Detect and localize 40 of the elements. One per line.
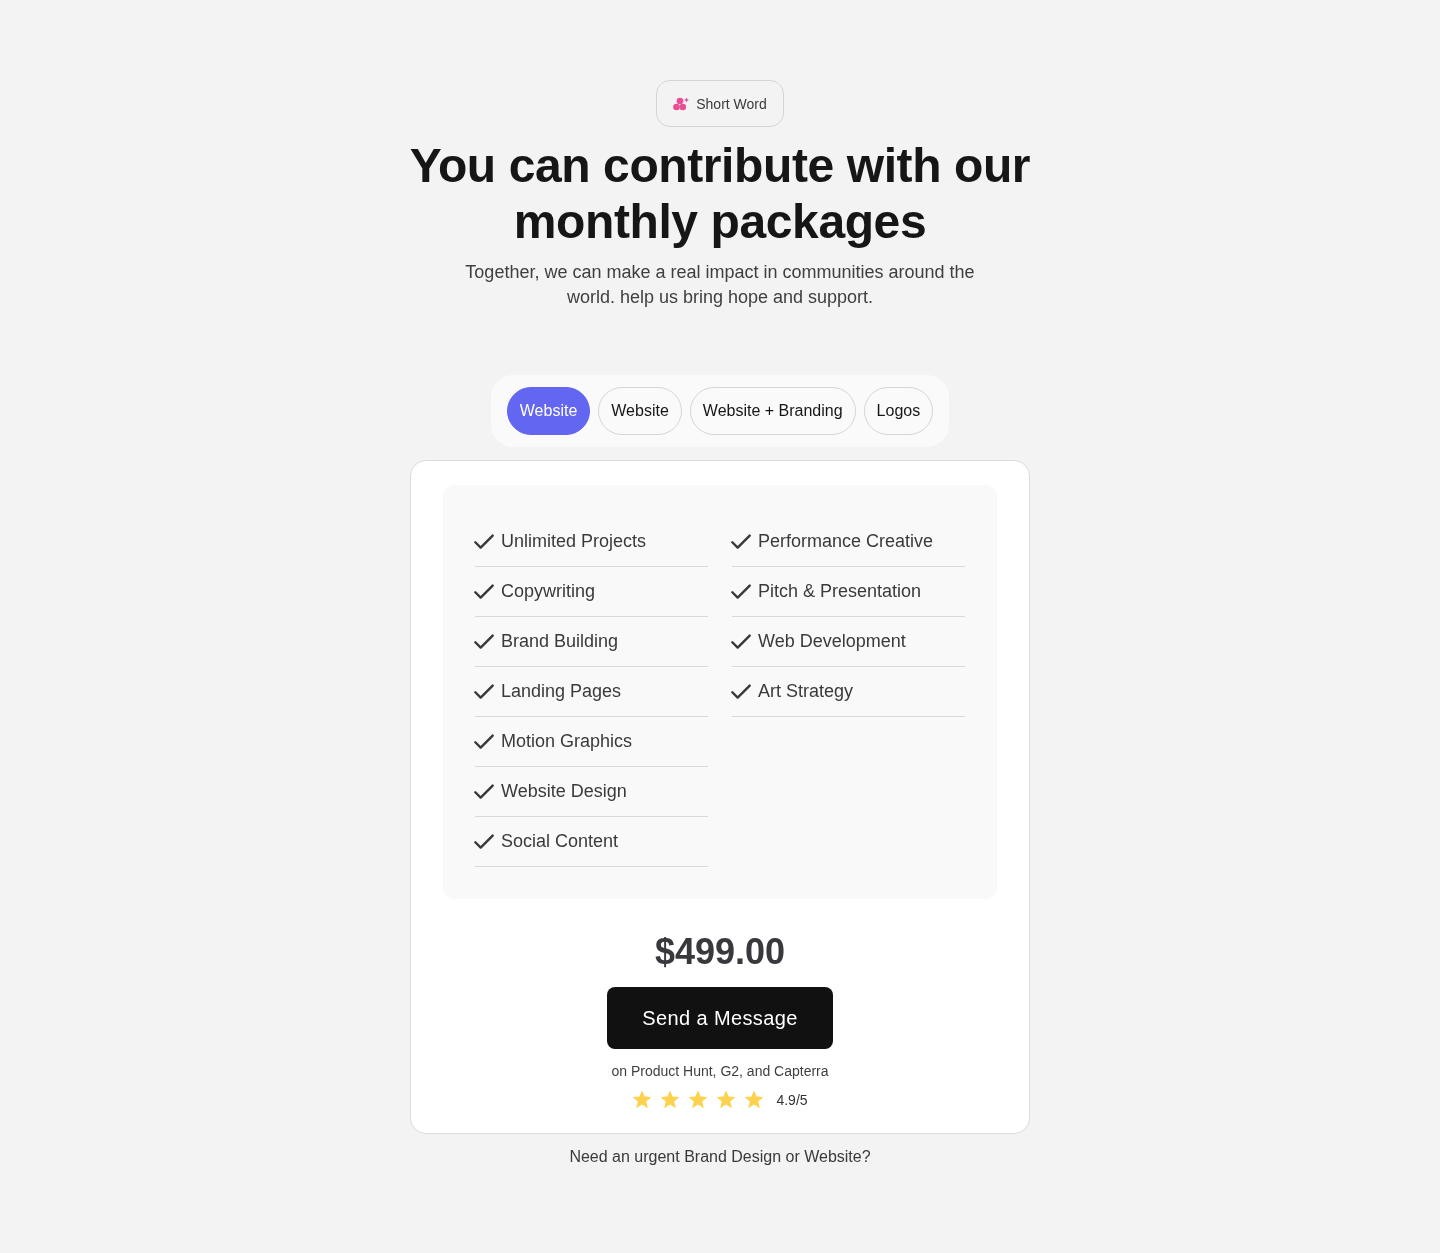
plan-tab[interactable]: Website + Branding xyxy=(689,387,856,435)
star-icon xyxy=(688,1090,709,1109)
check-icon xyxy=(474,631,494,652)
check-icon xyxy=(474,581,494,602)
page-heading: You can contribute with our monthly packages xyxy=(408,138,1032,250)
check-icon xyxy=(474,731,494,752)
star-icon xyxy=(632,1090,653,1109)
rating-score: 4.9/5 xyxy=(776,1091,808,1108)
check-icon xyxy=(731,681,751,702)
feature-item: Brand Building xyxy=(501,631,619,652)
star-icon xyxy=(744,1090,765,1109)
urgent-note: Need an urgent Brand Design or Website? xyxy=(569,1147,871,1167)
check-icon xyxy=(731,581,751,602)
feature-item: Pitch & Presentation xyxy=(758,581,922,602)
check-icon xyxy=(731,531,751,552)
plan-tab[interactable]: Logos xyxy=(863,387,934,435)
rating-caption: on Product Hunt, G2, and Capterra xyxy=(611,1062,829,1081)
message-button[interactable]: Send a Message xyxy=(607,987,833,1049)
check-icon xyxy=(474,781,494,802)
feature-item: Unlimited Projects xyxy=(501,531,647,552)
check-icon xyxy=(731,631,751,652)
feature-item: Social Content xyxy=(501,831,619,852)
feature-item: Copywriting xyxy=(501,581,596,602)
check-icon xyxy=(474,831,494,852)
feature-item: Web Development xyxy=(758,631,906,652)
feature-item: Landing Pages xyxy=(501,681,622,702)
page-subtitle: Together, we can make a real impact in communities around the world. help us bring hope and support. xyxy=(464,261,976,309)
feature-item: Website Design xyxy=(501,781,627,802)
star-icon xyxy=(716,1090,737,1109)
feature-item: Art Strategy xyxy=(758,681,854,702)
badge-label: Short Word xyxy=(696,95,767,112)
star-icon xyxy=(660,1090,681,1109)
dots-icon xyxy=(673,96,690,111)
check-icon xyxy=(474,531,494,552)
feature-item: Motion Graphics xyxy=(501,731,633,752)
check-icon xyxy=(474,681,494,702)
feature-item: Performance Creative xyxy=(758,531,934,552)
plan-tab[interactable]: Website xyxy=(506,387,591,435)
plan-tab[interactable]: Website xyxy=(598,387,682,435)
price: $499.00 xyxy=(654,930,786,974)
